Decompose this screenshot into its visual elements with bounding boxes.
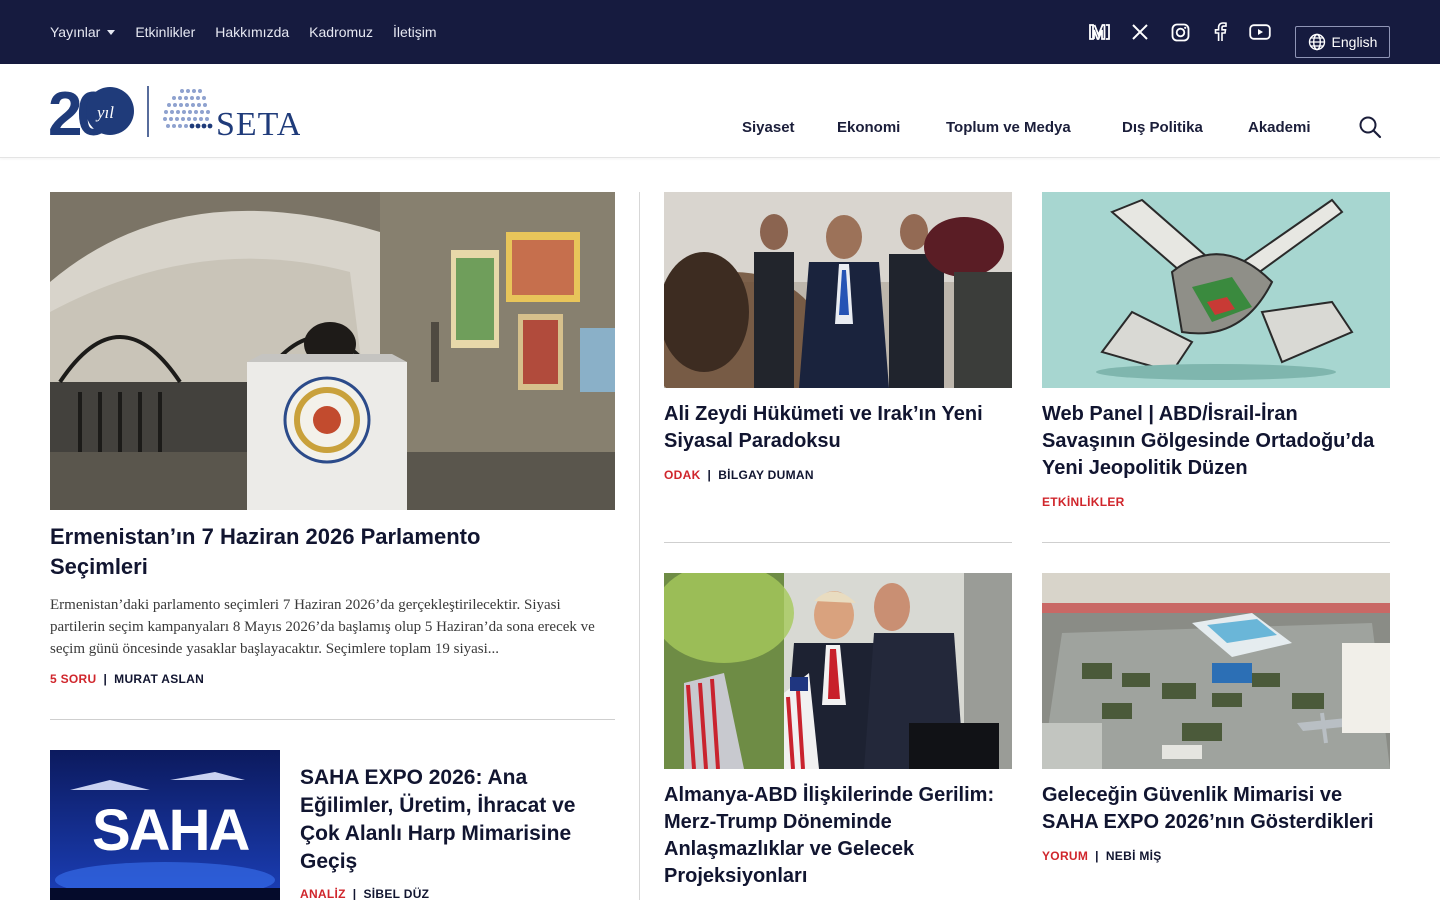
secondary-article-title[interactable]: SAHA EXPO 2026: Ana Eğilimler, Üretim, İ… <box>300 764 615 876</box>
seta-logo[interactable]: 20 yıl SETA <box>48 80 301 149</box>
featured-article-image[interactable] <box>50 192 615 510</box>
top-nav-iletisim[interactable]: İletişim <box>393 24 437 40</box>
featured-divider <box>50 719 615 720</box>
meta-separator: | <box>352 887 357 900</box>
secondary-article-meta: ANALİZ | SİBEL DÜZ <box>300 887 429 900</box>
card-3-title[interactable]: Almanya-ABD İlişkilerinde Gerilim: Merz-… <box>664 782 1012 890</box>
category-link[interactable]: YORUM <box>1042 849 1088 863</box>
language-button[interactable]: English <box>1295 26 1390 58</box>
chevron-down-icon <box>107 30 116 35</box>
x-icon[interactable] <box>1126 0 1154 64</box>
meta-separator: | <box>1095 849 1099 863</box>
site-header: 20 yıl SETA Siyaset Ekonomi Toplum ve Me… <box>0 64 1440 158</box>
nav-toplum-ve-medya[interactable]: Toplum ve Medya <box>946 119 1071 136</box>
featured-article-meta: 5 SORU | MURAT ASLAN <box>50 672 204 686</box>
meta-separator: | <box>103 672 108 686</box>
secondary-article-image[interactable]: SAHA <box>50 750 280 900</box>
top-nav-yayinlar-label: Yayınlar <box>50 24 101 40</box>
card-2-divider <box>1042 542 1390 543</box>
card-3-image[interactable] <box>664 573 1012 769</box>
card-4-meta: YORUM | NEBİ MİŞ <box>1042 849 1162 863</box>
author-link[interactable]: MURAT ASLAN <box>114 672 204 686</box>
logo-text: SETA <box>216 106 300 140</box>
nav-ekonomi[interactable]: Ekonomi <box>837 119 900 136</box>
meta-separator: | <box>707 468 712 482</box>
category-link[interactable]: ODAK <box>664 468 701 482</box>
saha-logo-text: SAHA <box>92 798 249 863</box>
youtube-icon[interactable] <box>1246 0 1274 64</box>
language-label: English <box>1331 34 1378 50</box>
featured-article-excerpt: Ermenistan’daki parlamento seçimleri 7 H… <box>50 597 595 657</box>
card-2-meta: ETKİNLİKLER <box>1042 495 1125 509</box>
top-nav-etkinlikler[interactable]: Etkinlikler <box>135 24 195 40</box>
nav-dis-politika[interactable]: Dış Politika <box>1122 119 1203 136</box>
facebook-icon[interactable] <box>1206 0 1234 64</box>
card-4-title[interactable]: Geleceğin Güvenlik Mimarisi ve SAHA EXPO… <box>1042 782 1390 836</box>
card-2-image[interactable] <box>1042 192 1390 388</box>
author-link[interactable]: BİLGAY DUMAN <box>718 468 814 482</box>
category-link[interactable]: ANALİZ <box>300 887 346 900</box>
category-link[interactable]: 5 SORU <box>50 672 96 686</box>
top-nav: Yayınlar Etkinlikler Hakkımızda Kadromuz… <box>50 0 457 64</box>
top-nav-kadromuz[interactable]: Kadromuz <box>309 24 373 40</box>
instagram-icon[interactable] <box>1166 0 1194 64</box>
top-nav-hakkimizda[interactable]: Hakkımızda <box>215 24 289 40</box>
card-1-image[interactable] <box>664 192 1012 388</box>
featured-article-title[interactable]: Ermenistan’ın 7 Haziran 2026 Parlamento … <box>50 522 570 582</box>
card-4-image[interactable] <box>1042 573 1390 769</box>
logo-anniversary-sub: yıl <box>95 103 114 122</box>
card-1-divider <box>664 542 1012 543</box>
top-nav-yayinlar[interactable]: Yayınlar <box>50 24 116 40</box>
category-link[interactable]: ETKİNLİKLER <box>1042 495 1125 509</box>
nav-akademi[interactable]: Akademi <box>1248 119 1311 136</box>
medium-icon[interactable] <box>1086 0 1114 64</box>
column-divider <box>639 192 640 900</box>
card-1-title[interactable]: Ali Zeydi Hükümeti ve Irak’ın Yeni Siyas… <box>664 401 1012 455</box>
author-link[interactable]: NEBİ MİŞ <box>1106 849 1162 863</box>
top-bar: Yayınlar Etkinlikler Hakkımızda Kadromuz… <box>0 0 1440 64</box>
nav-siyaset[interactable]: Siyaset <box>742 119 795 136</box>
author-link[interactable]: SİBEL DÜZ <box>363 887 429 900</box>
card-2-title[interactable]: Web Panel | ABD/İsrail-İran Savaşının Gö… <box>1042 401 1390 482</box>
card-1-meta: ODAK | BİLGAY DUMAN <box>664 468 814 482</box>
globe-icon <box>1308 33 1325 51</box>
search-icon[interactable] <box>1358 115 1382 139</box>
